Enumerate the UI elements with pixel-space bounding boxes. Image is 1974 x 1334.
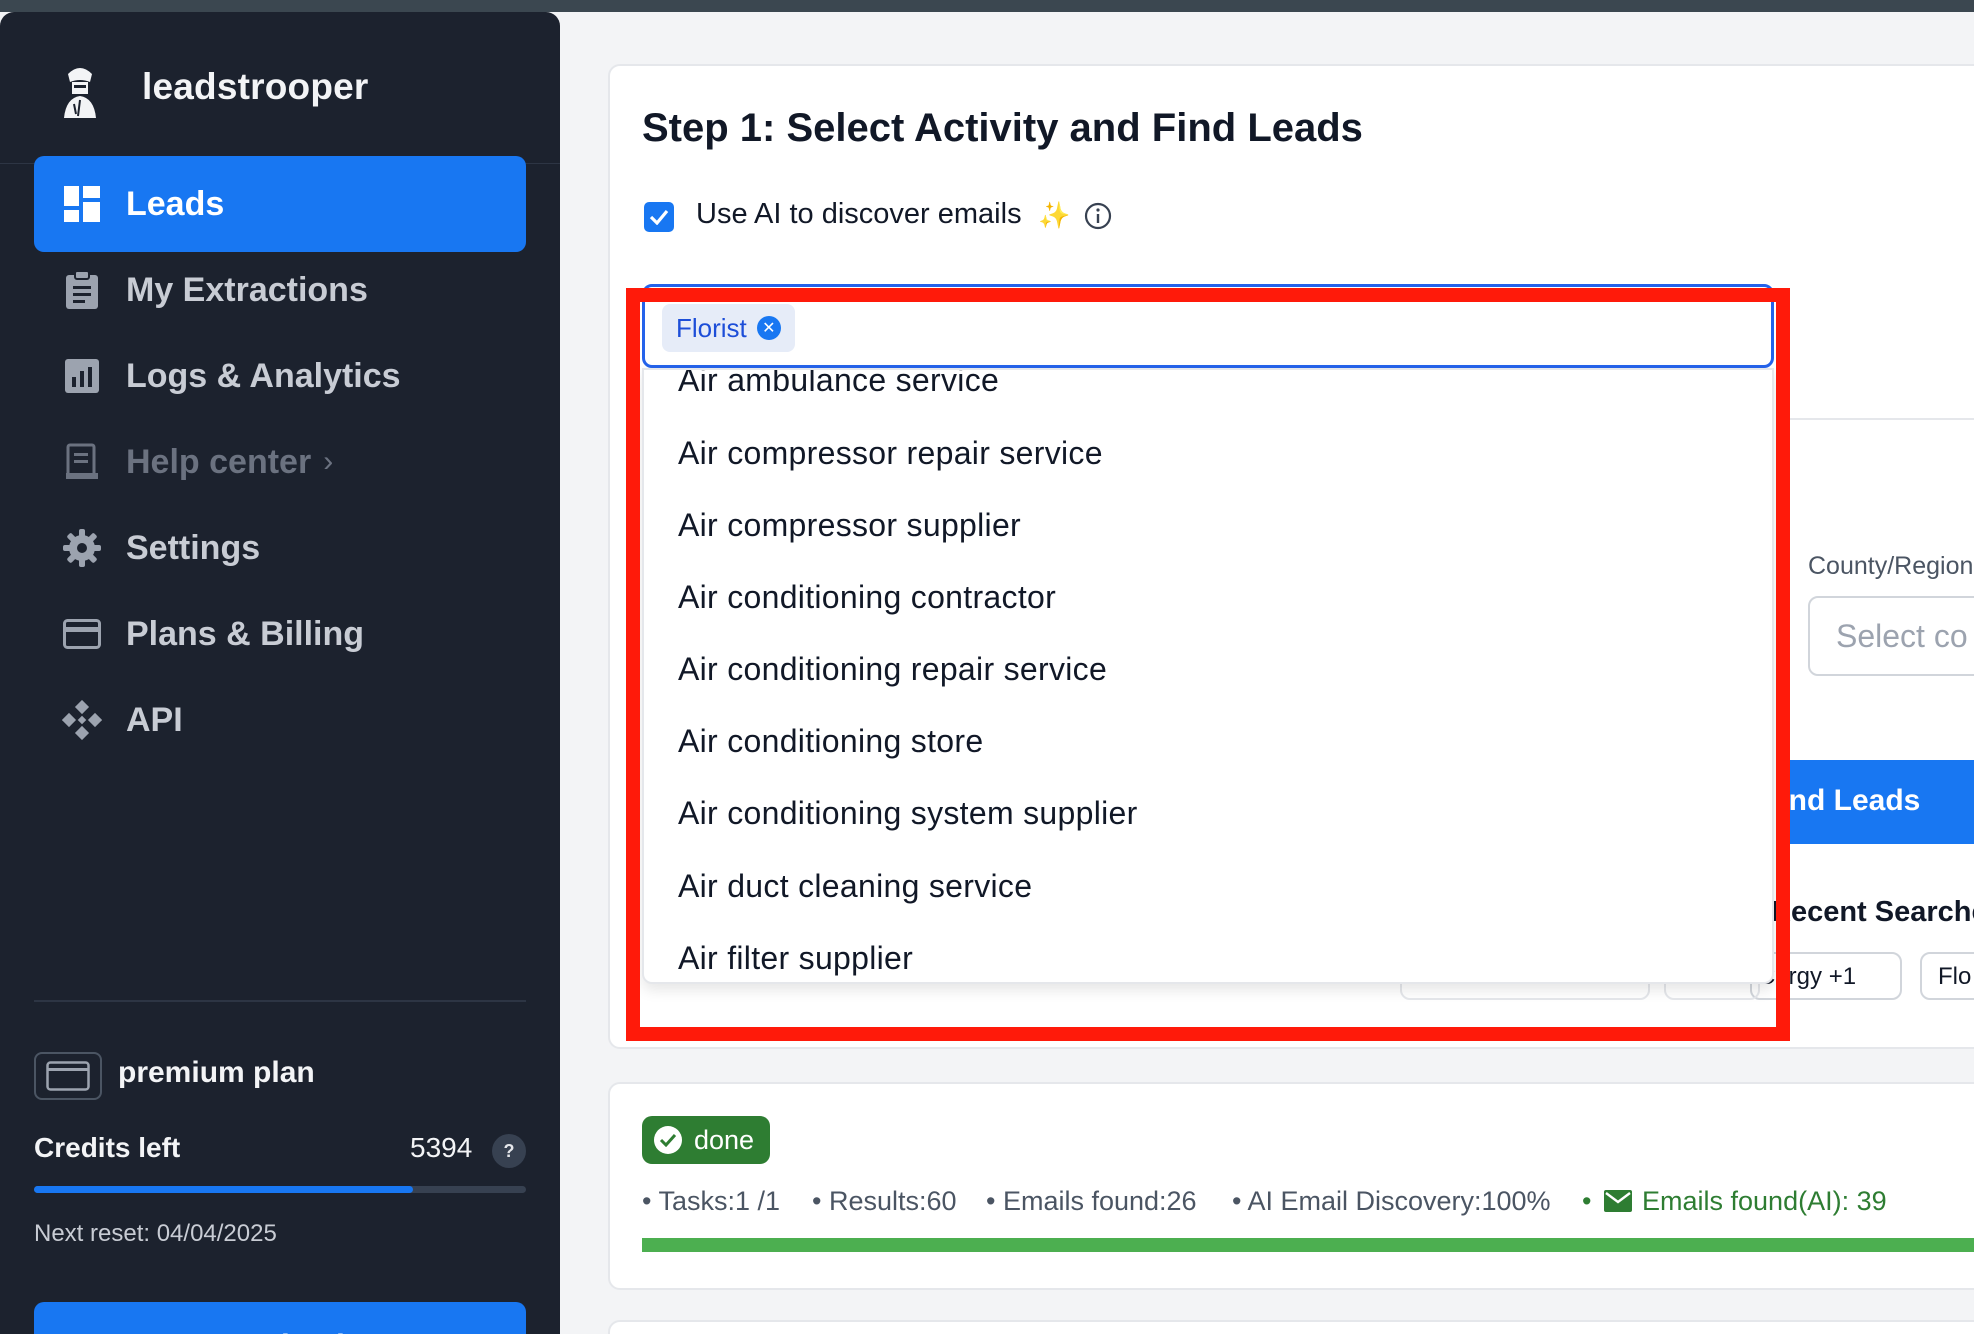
nav-settings[interactable]: Settings xyxy=(34,500,526,596)
stat-emails-found: • Emails found:26 xyxy=(986,1186,1197,1216)
brand-name: leadstrooper xyxy=(142,66,369,107)
credits-progress-fill xyxy=(34,1186,413,1193)
bar-chart-icon xyxy=(60,354,104,398)
nav-logs-analytics[interactable]: Logs & Analytics xyxy=(34,328,526,424)
nav-help-center[interactable]: Help center › xyxy=(34,414,526,510)
recent-search-chip[interactable]: Flo xyxy=(1920,952,1974,1000)
county-region-placeholder: Select co xyxy=(1836,618,1968,654)
plan-card-icon xyxy=(34,1052,102,1100)
chevron-right-icon: › xyxy=(323,445,334,478)
ai-email-checkbox[interactable] xyxy=(644,202,674,232)
nav-plans-billing-label: Plans & Billing xyxy=(126,614,365,653)
info-icon[interactable] xyxy=(1084,202,1112,230)
trooper-logo-icon xyxy=(64,68,96,118)
sparkle-icon: ✨ xyxy=(1038,200,1071,230)
upgrade-plan-button[interactable]: Upgrade plan xyxy=(34,1302,526,1334)
red-highlight-box xyxy=(626,288,1790,1041)
plan-name: premium plan xyxy=(118,1056,315,1089)
recent-search-chip-label: Flo xyxy=(1938,963,1972,990)
credits-progress-track xyxy=(34,1186,526,1193)
status-badge: done xyxy=(642,1116,771,1164)
status-badge-label: done xyxy=(694,1124,755,1155)
nav-logs-analytics-label: Logs & Analytics xyxy=(126,356,401,395)
stat-ai-discovery: • AI Email Discovery:100% xyxy=(1232,1186,1551,1216)
api-icon xyxy=(60,698,104,742)
find-leads-button[interactable]: Find Leads xyxy=(1778,760,1974,844)
nav-help-center-label: Help center xyxy=(126,442,312,481)
gear-icon xyxy=(60,526,104,570)
mail-icon xyxy=(1604,1190,1632,1212)
credits-help-icon[interactable]: ? xyxy=(492,1134,526,1168)
brand-header: leadstrooper xyxy=(0,12,560,164)
sidebar-divider xyxy=(34,1000,526,1002)
county-region-select[interactable]: Select co xyxy=(1808,596,1974,676)
county-region-label: County/Region xyxy=(1808,552,1974,580)
ai-email-label: Use AI to discover emails xyxy=(696,198,1022,230)
page-title: Step 1: Select Activity and Find Leads xyxy=(642,106,1363,150)
nav-my-extractions-label: My Extractions xyxy=(126,270,368,309)
sidebar: leadstrooper Leads My Extractions Logs &… xyxy=(0,12,560,1334)
nav-plans-billing[interactable]: Plans & Billing xyxy=(34,586,526,682)
section-divider xyxy=(1788,418,1974,420)
credit-card-icon xyxy=(60,612,104,656)
next-reset-date: Next reset: 04/04/2025 xyxy=(34,1220,277,1247)
stat-results: • Results:60 xyxy=(812,1186,957,1216)
document-icon xyxy=(60,440,104,484)
checkmark-icon xyxy=(649,209,669,225)
stat-ai-bullet: • xyxy=(1582,1186,1592,1216)
nav-api-label: API xyxy=(126,700,183,739)
check-circle-icon xyxy=(654,1126,682,1154)
nav-my-extractions[interactable]: My Extractions xyxy=(34,242,526,338)
next-card xyxy=(608,1320,1974,1334)
stat-tasks: • Tasks:1 /1 xyxy=(642,1186,781,1216)
recent-searches-label: Recent Searches xyxy=(1770,896,1974,928)
dashboard-icon xyxy=(60,182,104,226)
window-top-bar xyxy=(0,0,1974,12)
nav-api[interactable]: API xyxy=(34,672,526,768)
nav-leads[interactable]: Leads xyxy=(34,156,526,252)
clipboard-icon xyxy=(60,268,104,312)
nav-settings-label: Settings xyxy=(126,528,261,567)
credits-label: Credits left xyxy=(34,1132,181,1163)
extraction-progress-bar xyxy=(642,1238,1974,1252)
stat-emails-found-ai: Emails found(AI): 39 xyxy=(1642,1186,1887,1216)
find-leads-label: Find Leads xyxy=(1778,784,1921,817)
credits-value: 5394 xyxy=(410,1132,473,1163)
nav-leads-label: Leads xyxy=(126,184,225,223)
